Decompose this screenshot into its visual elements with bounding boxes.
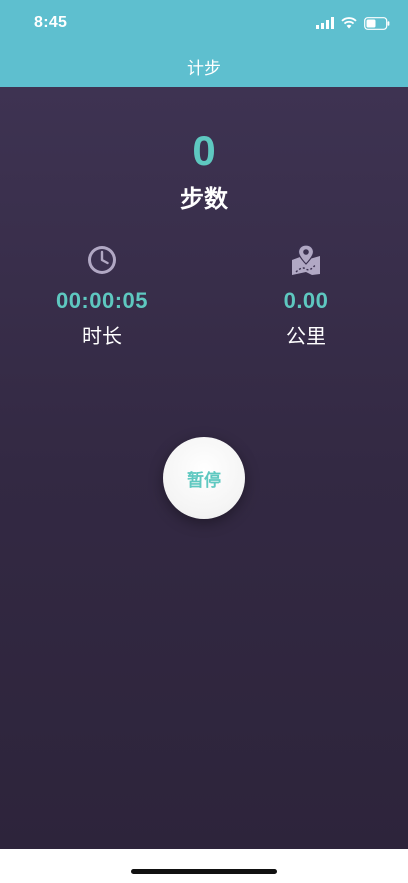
status-time: 8:45: [34, 14, 68, 31]
steps-count: 0: [192, 127, 216, 174]
pause-button[interactable]: 暂停: [163, 437, 245, 519]
duration-stat: 00:00:05 时长: [22, 244, 182, 349]
home-indicator[interactable]: [131, 869, 277, 874]
map-pin-icon: [292, 244, 320, 275]
pedometer-panel: 0 步数 00:00:05 时长 0.00 公里 暂停: [0, 87, 408, 849]
distance-stat: 0.00 公里: [226, 244, 386, 349]
distance-label: 公里: [286, 326, 326, 348]
bottom-bar: [0, 849, 408, 883]
battery-icon: [364, 16, 390, 30]
wifi-icon: [341, 17, 357, 29]
page-title: 计步: [187, 59, 221, 78]
steps-label: 步数: [180, 186, 228, 213]
duration-value: 00:00:05: [55, 288, 149, 313]
duration-label: 时长: [82, 326, 122, 348]
distance-value: 0.00: [283, 288, 329, 313]
clock-icon: [88, 246, 116, 274]
cellular-signal-icon: [316, 17, 334, 29]
app-header: 8:45 计步: [0, 0, 408, 87]
status-icons: [316, 15, 390, 31]
